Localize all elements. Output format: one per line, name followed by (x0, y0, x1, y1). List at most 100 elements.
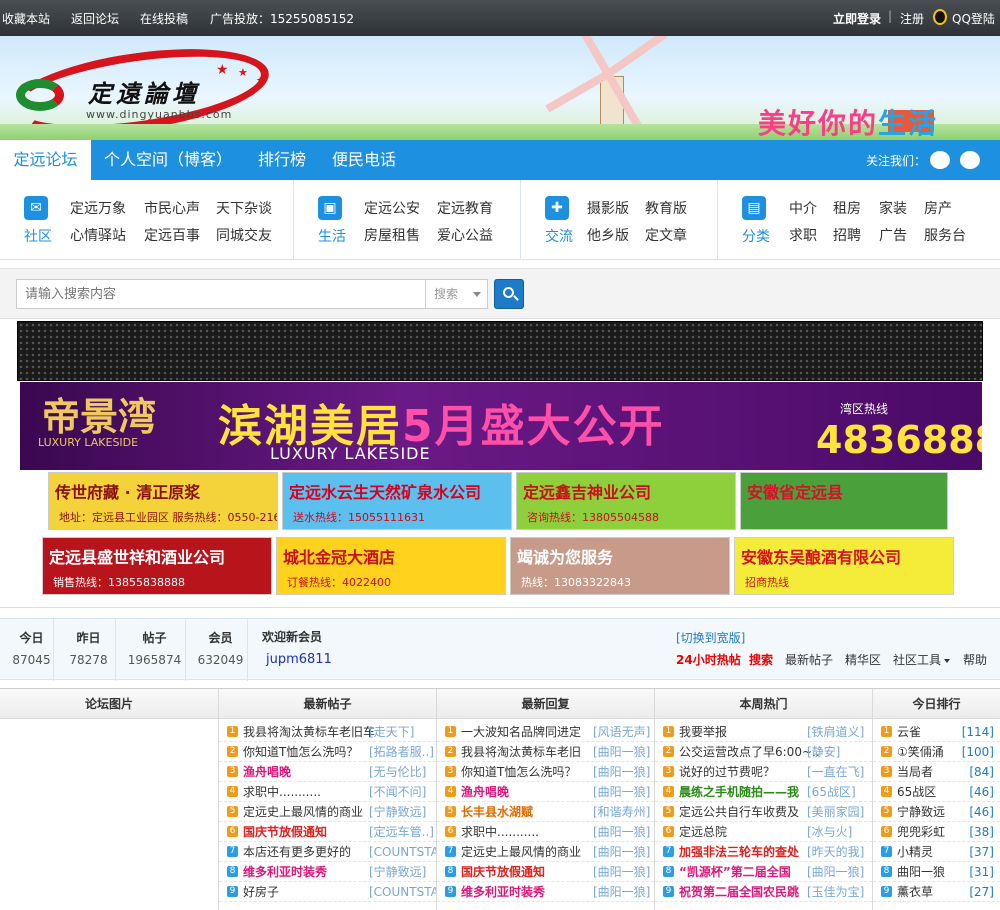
new-posts-link[interactable]: 最新帖子 (785, 651, 833, 668)
list-item[interactable]: 5 定远公共自行车收费及 [美丽家园] (655, 802, 872, 822)
category-link[interactable]: 心情驿站 (70, 225, 126, 245)
item-title[interactable]: 小精灵 (897, 842, 933, 861)
community-tools-menu[interactable]: 社区工具 (893, 651, 951, 668)
item-title[interactable]: 晨练之手机随拍——我 (679, 782, 799, 801)
item-title[interactable]: 曲阳一狼 (897, 862, 945, 881)
list-item[interactable]: 2 公交运营改点了早6:00~.. [静安] (655, 742, 872, 762)
category-link[interactable]: 定远百事 (144, 225, 200, 245)
list-item[interactable]: 8 国庆节放假通知 [曲阳一狼] (437, 862, 654, 882)
ad-contact-link[interactable]: 广告投放：15255085152 (210, 10, 354, 27)
nav-ranking[interactable]: 排行榜 (250, 140, 314, 180)
item-title[interactable]: 兜兜彩虹 (897, 822, 945, 841)
small-ad-4[interactable]: 安徽省定远县 (740, 472, 948, 530)
item-author[interactable]: [铁肩道义] (807, 722, 864, 741)
item-title[interactable]: 说好的过节费呢？ (679, 762, 775, 781)
list-item[interactable]: 9 维多利亚时装秀 [曲阳一狼] (437, 882, 654, 902)
search-button[interactable] (494, 279, 524, 309)
item-author[interactable]: [COUNTSTA..] (369, 842, 436, 861)
item-title[interactable]: 当局者 (897, 762, 933, 781)
list-item[interactable]: 7 本店还有更多更好的 [COUNTSTA..] (219, 842, 436, 862)
item-author[interactable]: [走天下] (369, 722, 414, 741)
small-ad-1[interactable]: 传世府藏 · 清正原浆地址：定远县工业园区 服务热线：0550-2160999 (48, 472, 278, 530)
item-title[interactable]: “凯源杯”第二届全国 (679, 862, 791, 881)
list-item[interactable]: 1 我要举报 [铁肩道义] (655, 722, 872, 742)
item-author[interactable]: [宁静致远] (369, 802, 426, 821)
category-link[interactable]: 中介 (789, 198, 817, 218)
item-title[interactable]: 求职中........... (461, 822, 539, 841)
list-item[interactable]: 1 一大波知名品牌同进定 [风语无声] (437, 722, 654, 742)
category-link[interactable]: 定文章 (645, 225, 687, 245)
list-item[interactable]: 9 好房子 [COUNTSTA..] (219, 882, 436, 902)
category-label[interactable]: 社区 (20, 226, 56, 246)
category-link[interactable]: 他乡版 (587, 225, 629, 245)
nav-forum[interactable]: 定远论坛 (0, 140, 91, 180)
help-link[interactable]: 帮助 (963, 651, 987, 668)
small-ad-8[interactable]: 安徽东吴酿酒有限公司 招商热线 (734, 537, 954, 595)
category-link[interactable]: 房产 (924, 198, 952, 218)
list-item[interactable]: 4 晨练之手机随拍——我 [65战区] (655, 782, 872, 802)
search-type-select[interactable]: 搜索 (426, 279, 488, 309)
switch-width-link[interactable]: [切换到宽版] (676, 629, 745, 646)
item-title[interactable]: 定远史上最风情的商业 (461, 842, 581, 861)
item-title[interactable]: 渔舟唱晚 (461, 782, 509, 801)
item-title[interactable]: 国庆节放假通知 (243, 822, 327, 841)
item-author[interactable]: [曲阳一狼] (593, 822, 650, 841)
led-ad-banner[interactable] (17, 321, 983, 381)
list-item[interactable]: 3 说好的过节费呢？ [一直在飞] (655, 762, 872, 782)
list-item[interactable]: 4 求职中........... [不闻不问] (219, 782, 436, 802)
nav-personal-space[interactable]: 个人空间（博客） (98, 140, 238, 180)
category-link[interactable]: 天下杂谈 (216, 198, 272, 218)
list-item[interactable]: 6 求职中........... [曲阳一狼] (437, 822, 654, 842)
weibo-icon[interactable] (930, 151, 950, 169)
item-author[interactable]: [曲阳一狼] (593, 742, 650, 761)
search-link[interactable]: 搜索 (749, 651, 773, 668)
item-title[interactable]: 定远总院 (679, 822, 727, 841)
item-title[interactable]: 薰衣草 (897, 882, 933, 901)
item-author[interactable]: [曲阳一狼] (593, 762, 650, 781)
bookmark-link[interactable]: 收藏本站 (2, 10, 50, 27)
item-title[interactable]: 云雀 (897, 722, 921, 741)
category-link[interactable]: 服务台 (924, 225, 966, 245)
list-item[interactable]: 6 国庆节放假通知 [定远车管..] (219, 822, 436, 842)
item-title[interactable]: 你知道T恤怎么洗吗？ (461, 762, 576, 781)
nav-phone-directory[interactable]: 便民电话 (326, 140, 402, 180)
item-author[interactable]: [风语无声] (593, 722, 650, 741)
hot-24h-link[interactable]: 24小时热帖 (676, 651, 741, 668)
newest-member-link[interactable]: jupm6811 (266, 652, 332, 667)
category-link[interactable]: 定远公安 (364, 198, 420, 218)
list-item[interactable]: 4 65战区 [46] (873, 782, 1000, 802)
item-title[interactable]: 本店还有更多更好的 (243, 842, 351, 861)
item-author[interactable]: [曲阳一狼] (593, 842, 650, 861)
category-link[interactable]: 教育版 (645, 198, 687, 218)
item-title[interactable]: 宁静致远 (897, 802, 945, 821)
item-author[interactable]: [65战区] (807, 782, 856, 801)
item-title[interactable]: 我要举报 (679, 722, 727, 741)
item-author[interactable]: [美丽家园] (807, 802, 864, 821)
list-item[interactable]: 6 定远总院 [冰与火] (655, 822, 872, 842)
list-item[interactable]: 1 云雀 [114] (873, 722, 1000, 742)
list-item[interactable]: 6 兜兜彩虹 [38] (873, 822, 1000, 842)
item-title[interactable]: 好房子 (243, 882, 279, 901)
category-link[interactable]: 定远万象 (70, 198, 126, 218)
back-to-forum-link[interactable]: 返回论坛 (71, 10, 119, 27)
small-ad-5[interactable]: 定远县盛世祥和酒业公司 销售热线：13855838888 (42, 537, 272, 595)
list-item[interactable]: 2 你知道T恤怎么洗吗？ [拓路者服..] (219, 742, 436, 762)
item-title[interactable]: 长丰县水湖赋 (461, 802, 533, 821)
item-title[interactable]: 维多利亚时装秀 (461, 882, 545, 901)
item-author[interactable]: [定远车管..] (369, 822, 434, 841)
item-title[interactable]: 公交运营改点了早6:00~.. (679, 742, 820, 761)
list-item[interactable]: 3 渔舟唱晚 [无与伦比] (219, 762, 436, 782)
list-item[interactable]: 8 曲阳一狼 [31] (873, 862, 1000, 882)
category-link[interactable]: 摄影版 (587, 198, 629, 218)
item-title[interactable]: 国庆节放假通知 (461, 862, 545, 881)
search-input[interactable] (16, 279, 426, 309)
luxury-lakeside-ad[interactable]: 帝景湾 LUXURY LAKESIDE 滨湖美居5月盛大公开 LUXURY LA… (20, 382, 982, 470)
item-title[interactable]: 一大波知名品牌同进定 (461, 722, 581, 741)
small-ad-2[interactable]: 定远水云生天然矿泉水公司 送水热线：15055111631 (282, 472, 512, 530)
item-title[interactable]: 65战区 (897, 782, 936, 801)
item-author[interactable]: [和谐寿州] (593, 802, 650, 821)
item-title[interactable]: 定远史上最风情的商业 (243, 802, 363, 821)
category-label[interactable]: 交流 (541, 226, 577, 246)
list-item[interactable]: 2 我县将淘汰黄标车老旧 [曲阳一狼] (437, 742, 654, 762)
item-title[interactable]: 维多利亚时装秀 (243, 862, 327, 881)
